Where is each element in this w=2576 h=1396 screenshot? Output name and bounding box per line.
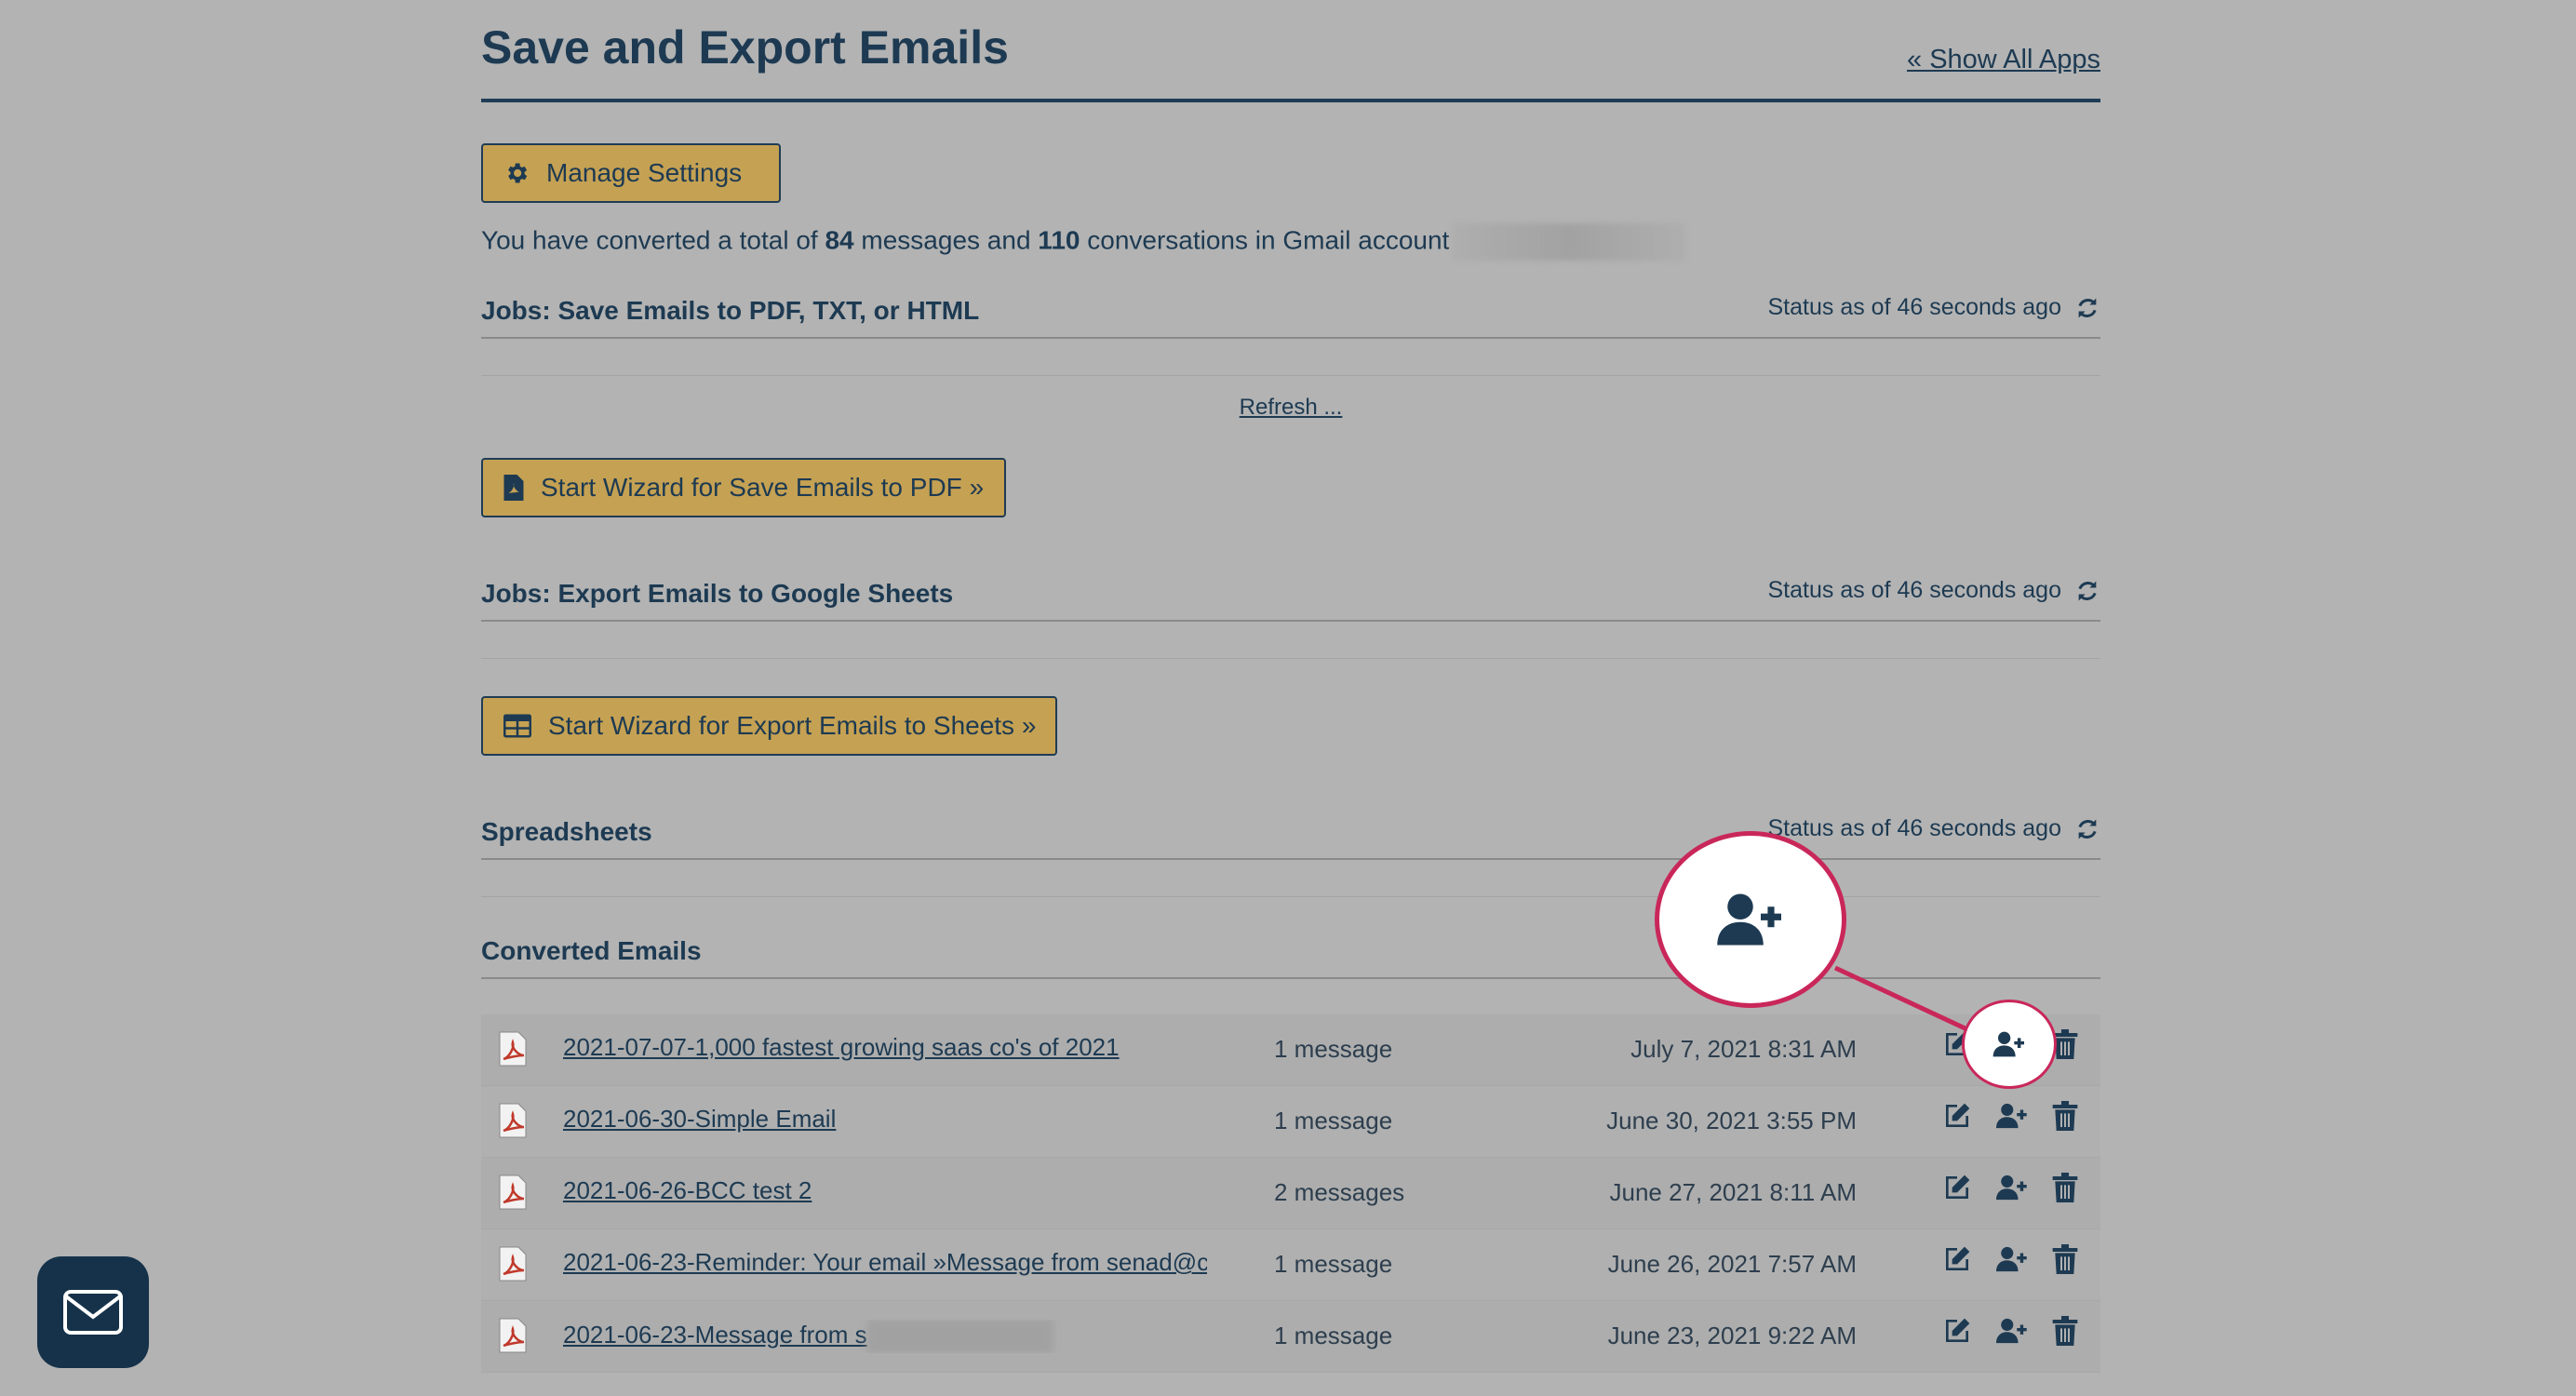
start-wizard-sheets-button[interactable]: Start Wizard for Export Emails to Sheets… [481, 696, 1057, 756]
show-all-apps-link[interactable]: « Show All Apps [1907, 45, 2100, 75]
refresh-link[interactable]: Refresh ... [481, 395, 2100, 421]
pdf-jobs-section-header: Jobs: Save Emails to PDF, TXT, or HTML S… [481, 289, 2100, 339]
converted-email-link[interactable]: 2021-06-30-Simple Email [563, 1105, 1207, 1134]
status-label: Status as of 46 seconds ago [1767, 294, 2062, 320]
converted-emails-list: 2021-07-07-1,000 fastest growing saas co… [481, 1014, 2100, 1373]
pdf-file-icon [496, 1103, 530, 1143]
summary-suffix: conversations in Gmail account [1087, 225, 1450, 255]
refresh-icon[interactable] [2074, 816, 2100, 842]
table-row: 2021-06-26-BCC test 2 2 messages June 27… [481, 1158, 2100, 1229]
spreadsheets-section-header: Spreadsheets Status as of 46 seconds ago [481, 810, 2100, 860]
zoom-callout [1655, 831, 1846, 1008]
main-content: Save and Export Emails « Show All Apps M… [481, 0, 2100, 1373]
start-wizard-pdf-button[interactable]: Start Wizard for Save Emails to PDF » [481, 458, 1006, 517]
manage-settings-button[interactable]: Manage Settings [481, 143, 781, 203]
add-user-icon[interactable] [1996, 1316, 2028, 1346]
table-row: 2021-07-07-1,000 fastest growing saas co… [481, 1014, 2100, 1086]
section-title: Jobs: Save Emails to PDF, TXT, or HTML [481, 296, 980, 325]
summary-middle: messages and [861, 225, 1031, 255]
messages-count: 84 [825, 225, 854, 255]
status-text: Status as of 46 seconds ago [1768, 294, 2101, 321]
message-count: 1 message [1274, 1250, 1393, 1278]
redacted-email [1453, 223, 1686, 261]
divider [481, 658, 2100, 659]
add-user-icon[interactable] [1996, 1173, 2028, 1202]
mail-chat-button[interactable] [37, 1256, 149, 1368]
highlighted-share-button[interactable] [1962, 1000, 2057, 1089]
add-user-icon [1717, 893, 1781, 946]
manage-settings-label: Manage Settings [546, 158, 743, 187]
sheets-jobs-section-header: Jobs: Export Emails to Google Sheets Sta… [481, 571, 2100, 622]
refresh-icon[interactable] [2074, 295, 2100, 321]
conversations-count: 110 [1038, 225, 1080, 255]
start-wizard-pdf-label: Start Wizard for Save Emails to PDF » [541, 473, 985, 502]
table-row: 2021-06-30-Simple Email 1 message June 3… [481, 1086, 2100, 1158]
pdf-file-icon [496, 1246, 530, 1286]
edit-icon[interactable] [1942, 1316, 1972, 1346]
trash-icon[interactable] [2052, 1244, 2078, 1274]
edit-icon[interactable] [1942, 1173, 1972, 1202]
summary-prefix: You have converted a total of [481, 225, 818, 255]
message-count: 1 message [1274, 1035, 1393, 1063]
edit-icon[interactable] [1942, 1244, 1972, 1274]
table-row: 2021-06-23-Reminder: Your email »Message… [481, 1229, 2100, 1301]
pdf-file-icon [503, 475, 524, 501]
page-header: Save and Export Emails « Show All Apps [481, 0, 2100, 102]
message-count: 2 messages [1274, 1178, 1405, 1206]
row-actions [1942, 1316, 2078, 1346]
pdf-file-icon [496, 1318, 530, 1358]
converted-date: June 26, 2021 7:57 AM [1607, 1250, 1857, 1278]
converted-email-link[interactable]: 2021-07-07-1,000 fastest growing saas co… [563, 1033, 1207, 1062]
gear-icon [508, 163, 528, 183]
converted-email-link[interactable]: 2021-06-26-BCC test 2 [563, 1176, 1207, 1205]
table-row: 2021-06-23-Message from s 1 message June… [481, 1301, 2100, 1373]
trash-icon[interactable] [2052, 1101, 2078, 1131]
converted-emails-section-header: Converted Emails [481, 929, 2100, 979]
converted-email-link[interactable]: 2021-06-23-Reminder: Your email »Message… [563, 1248, 1207, 1277]
edit-icon[interactable] [1942, 1101, 1972, 1131]
pdf-file-icon [496, 1031, 530, 1071]
table-icon [503, 714, 531, 738]
conversion-summary: You have converted a total of 84 message… [481, 223, 1686, 261]
row-actions [1942, 1244, 2078, 1274]
converted-email-name: 2021-06-23-Message from s [563, 1320, 867, 1349]
trash-icon[interactable] [2052, 1173, 2078, 1202]
section-title: Spreadsheets [481, 817, 652, 846]
add-user-icon[interactable] [1996, 1101, 2028, 1131]
add-user-icon [1992, 1031, 2024, 1057]
converted-date: June 30, 2021 3:55 PM [1606, 1107, 1857, 1134]
divider [481, 896, 2100, 897]
converted-date: June 27, 2021 8:11 AM [1609, 1178, 1858, 1206]
converted-date: June 23, 2021 9:22 AM [1607, 1322, 1857, 1349]
divider [481, 375, 2100, 376]
section-title: Converted Emails [481, 936, 702, 965]
message-count: 1 message [1274, 1107, 1393, 1134]
status-text: Status as of 46 seconds ago [1768, 577, 2101, 604]
section-title: Jobs: Export Emails to Google Sheets [481, 579, 954, 608]
row-actions [1942, 1101, 2078, 1131]
message-count: 1 message [1274, 1322, 1393, 1349]
start-wizard-sheets-label: Start Wizard for Export Emails to Sheets… [548, 711, 1037, 740]
trash-icon[interactable] [2052, 1316, 2078, 1346]
page-title: Save and Export Emails [481, 21, 1009, 74]
converted-date: July 7, 2021 8:31 AM [1630, 1035, 1857, 1063]
converted-email-link[interactable]: 2021-06-23-Message from s [563, 1320, 1207, 1353]
add-user-icon[interactable] [1996, 1244, 2028, 1274]
status-label: Status as of 46 seconds ago [1767, 577, 2062, 603]
mail-icon [63, 1290, 123, 1335]
redacted-text [866, 1320, 1053, 1353]
refresh-icon[interactable] [2074, 578, 2100, 604]
pdf-file-icon [496, 1175, 530, 1215]
status-label: Status as of 46 seconds ago [1767, 815, 2062, 841]
status-text: Status as of 46 seconds ago [1768, 815, 2101, 842]
row-actions [1942, 1173, 2078, 1202]
